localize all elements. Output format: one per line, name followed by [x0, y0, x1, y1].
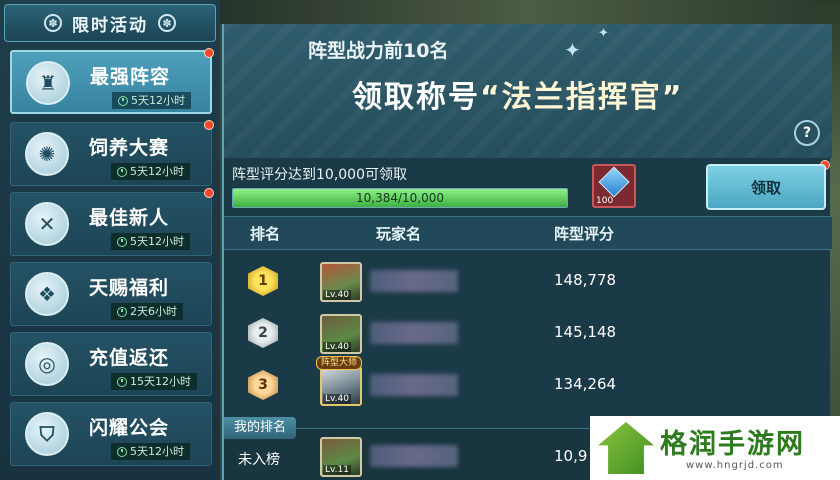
sidebar-item-heavenly-welfare[interactable]: ❖ 天赐福利 2天6小时	[10, 262, 212, 326]
ranking-panel: 阵型战力前10名 领取称号“法兰指挥官” ✦ ✦ ? 阵型评分达到10,000可…	[222, 24, 832, 480]
avatar-level: Lv.40	[323, 290, 351, 300]
recharge-icon: ◎	[25, 342, 69, 386]
clock-icon	[117, 306, 127, 317]
table-row[interactable]: 1 Lv.40 148,778	[224, 256, 832, 306]
avatar-level: Lv.40	[323, 342, 351, 352]
player-score: 148,778	[554, 271, 617, 289]
clock-icon	[118, 95, 128, 106]
clock-icon	[117, 236, 127, 247]
my-rank-status: 未入榜	[238, 452, 280, 468]
countdown-timer: 5天12小时	[111, 443, 190, 460]
reward-quantity: 100	[596, 196, 614, 206]
title-badge: 阵型大师	[316, 356, 363, 370]
sidebar-item-strongest-lineup[interactable]: ♜ 最强阵容 5天12小时	[10, 50, 212, 114]
claim-button[interactable]: 领取	[706, 164, 826, 210]
avatar: Lv.40	[320, 314, 362, 354]
sidebar-title: 限时活动	[72, 15, 148, 36]
sparkle-icon: ✦	[564, 38, 581, 62]
score-progress-bar: 10,384/10,000	[232, 188, 568, 208]
countdown-timer: 5天12小时	[111, 163, 190, 180]
ornament-icon: ✽	[158, 14, 176, 32]
bronze-medal-icon: 3	[248, 370, 278, 400]
diamond-icon	[598, 166, 630, 198]
progress-text: 10,384/10,000	[355, 191, 445, 205]
player-name-redacted	[370, 374, 458, 396]
event-banner: 阵型战力前10名 领取称号“法兰指挥官” ✦ ✦ ?	[224, 24, 832, 158]
game-background-top	[220, 0, 840, 24]
countdown-timer: 5天12小时	[111, 233, 190, 250]
avatar-level: Lv.40	[323, 394, 351, 404]
table-row[interactable]: 2 Lv.40 145,148	[224, 308, 832, 358]
column-header-player: 玩家名	[376, 225, 422, 243]
countdown-timer: 5天12小时	[112, 92, 191, 109]
avatar: Lv.40	[320, 262, 362, 302]
requirement-text: 阵型评分达到10,000可领取	[232, 167, 407, 183]
silver-medal-icon: 2	[248, 318, 278, 348]
sidebar-item-label: 充值返还	[89, 347, 170, 369]
sidebar-item-shining-guild[interactable]: ⛉ 闪耀公会 5天12小时	[10, 402, 212, 466]
column-header-score: 阵型评分	[554, 225, 615, 243]
watermark-text: 格润手游网	[660, 429, 805, 460]
sidebar-item-label: 最佳新人	[89, 207, 170, 229]
help-button[interactable]: ?	[794, 120, 820, 146]
sidebar-item-label: 最强阵容	[90, 66, 171, 88]
reward-slot[interactable]: 100	[592, 164, 636, 208]
my-score: 10,9	[554, 447, 588, 465]
sidebar-item-best-newcomer[interactable]: ✕ 最佳新人 5天12小时	[10, 192, 212, 256]
player-score: 145,148	[554, 323, 617, 341]
sidebar-item-raising-contest[interactable]: ✺ 饲养大赛 5天12小时	[10, 122, 212, 186]
sidebar-item-recharge-rebate[interactable]: ◎ 充值返还 15天12小时	[10, 332, 212, 396]
player-name-redacted	[370, 322, 458, 344]
site-watermark: 格润手游网 www.hngrjd.com	[590, 416, 840, 480]
avatar: Lv.40	[320, 366, 362, 406]
banner-title: 领取称号“法兰指挥官”	[352, 72, 683, 116]
clock-icon	[117, 446, 127, 457]
sidebar-header: ✽ 限时活动 ✽	[4, 4, 216, 42]
clock-icon	[117, 376, 127, 387]
sidebar-item-label: 饲养大赛	[89, 137, 170, 159]
notification-dot	[204, 48, 214, 58]
avatar: Lv.11	[320, 437, 362, 477]
banner-title-prefix: 领取称号	[352, 80, 480, 115]
watermark-url: www.hngrjd.com	[686, 460, 784, 471]
sparkle-icon: ✦	[598, 26, 609, 41]
gift-hand-icon: ❖	[25, 272, 69, 316]
activity-sidebar: ✽ 限时活动 ✽ ♜ 最强阵容 5天12小时 ✺ 饲养大赛 5天12小时 ✕ 最…	[0, 0, 220, 480]
gold-medal-icon: 1	[248, 266, 278, 296]
my-rank-tag: 我的排名	[224, 417, 297, 439]
house-logo-icon	[598, 422, 654, 474]
countdown-timer: 2天6小时	[111, 303, 183, 320]
player-name-redacted	[370, 270, 458, 292]
player-name-redacted	[370, 445, 458, 467]
tower-icon: ♜	[26, 61, 70, 105]
sidebar-item-label: 天赐福利	[89, 277, 170, 299]
ornament-icon: ✽	[44, 14, 62, 32]
sidebar-item-label: 闪耀公会	[89, 417, 170, 439]
countdown-timer: 15天12小时	[111, 373, 197, 390]
swirl-icon: ✺	[25, 132, 69, 176]
clock-icon	[117, 166, 127, 177]
banner-subtitle: 阵型战力前10名	[308, 40, 449, 62]
player-score: 134,264	[554, 375, 617, 393]
notification-dot	[204, 120, 214, 130]
column-header-rank: 排名	[250, 225, 281, 243]
notification-dot	[204, 188, 214, 198]
crossed-swords-icon: ✕	[25, 202, 69, 246]
table-row[interactable]: 3 Lv.40 阵型大师 134,264	[224, 356, 832, 410]
shield-icon: ⛉	[25, 412, 69, 456]
avatar-level: Lv.11	[323, 465, 351, 475]
ranking-table-header: 排名 玩家名 阵型评分	[224, 216, 832, 250]
banner-title-honor: “法兰指挥官”	[480, 80, 684, 115]
